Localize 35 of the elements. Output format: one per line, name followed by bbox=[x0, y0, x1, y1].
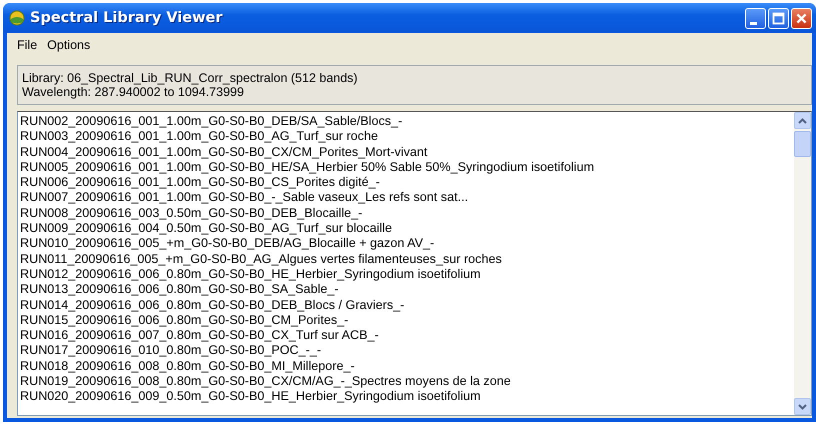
list-item[interactable]: RUN017_20090616_010_0.80m_G0-S0-B0_POC_-_- bbox=[20, 343, 792, 359]
globe-icon bbox=[9, 10, 25, 26]
list-item[interactable]: RUN007_20090616_001_1.00m_G0-S0-B0_-_Sable vaseux_Les refs sont sat... bbox=[20, 190, 792, 206]
info-text: Wavelength: 287.940002 to 1094.73999 bbox=[22, 85, 245, 99]
list-item[interactable]: RUN016_20090616_007_0.80m_G0-S0-B0_CX_Turf sur ACB_- bbox=[20, 328, 792, 344]
scroll-up-button[interactable] bbox=[794, 112, 811, 129]
close-button[interactable] bbox=[791, 8, 812, 28]
info-text: Library: 06_Spectral_Lib_RUN_Corr_spectralon (512 bands) bbox=[22, 71, 359, 85]
minimize-icon bbox=[750, 22, 757, 24]
list-item[interactable]: RUN014_20090616_006_0.80m_G0-S0-B0_DEB_Blocs / Graviers_- bbox=[20, 298, 792, 313]
list-item[interactable]: RUN004_20090616_001_1.00m_G0-S0-B0_CX/CM_Porites_Mort-vivant bbox=[20, 144, 792, 160]
list-item[interactable]: RUN018_20090616_008_0.80m_G0-S0-B0_MI_Millepore_- bbox=[20, 358, 792, 374]
list-item[interactable]: RUN011_20090616_005_+m_G0-S0-B0_AG_Algues vertes filamenteuses_sur roches bbox=[20, 252, 792, 267]
list-item[interactable]: RUN005_20090616_001_1.00m_G0-S0-B0_HE/SA_Herbier 50% Sable 50%_Syringodium isoetifolium bbox=[20, 160, 792, 176]
list-item[interactable]: RUN020_20090616_009_0.50m_G0-S0-B0_HE_Herbier_Syringodium isoetifolium bbox=[20, 389, 792, 405]
menu-item[interactable]: Options bbox=[47, 38, 96, 52]
list-item[interactable]: RUN002_20090616_001_1.00m_G0-S0-B0_DEB/SA_Sable/Blocs_- bbox=[20, 114, 792, 130]
minimize-button[interactable] bbox=[745, 8, 766, 28]
window-title: Spectral Library Viewer bbox=[30, 10, 224, 26]
list-item[interactable]: RUN009_20090616_004_0.50m_G0-S0-B0_AG_Turf_sur blocaille bbox=[20, 221, 792, 236]
list-item[interactable]: RUN015_20090616_006_0.80m_G0-S0-B0_CM_Porites_- bbox=[20, 312, 792, 328]
list-item[interactable]: RUN003_20090616_001_1.00m_G0-S0-B0_AG_Turf_sur roche bbox=[20, 129, 792, 145]
list-item[interactable]: RUN010_20090616_005_+m_G0-S0-B0_DEB/AG_Blocaille + gazon AV_- bbox=[20, 236, 792, 252]
maximize-button[interactable] bbox=[768, 8, 789, 28]
menu-item[interactable]: File bbox=[17, 38, 44, 52]
list-item[interactable]: RUN019_20090616_008_0.80m_G0-S0-B0_CX/CM/AG_-_Spectres moyens de la zone bbox=[20, 374, 792, 390]
list-item[interactable]: RUN013_20090616_006_0.80m_G0-S0-B0_SA_Sable_- bbox=[20, 282, 792, 298]
chevron-up-icon bbox=[798, 118, 807, 124]
scroll-down-button[interactable] bbox=[794, 398, 811, 415]
list-item[interactable]: RUN008_20090616_003_0.50m_G0-S0-B0_DEB_Blocaille_- bbox=[20, 206, 792, 222]
scrollbar[interactable] bbox=[794, 112, 811, 415]
chevron-down-icon bbox=[798, 404, 807, 410]
scroll-thumb[interactable] bbox=[794, 131, 811, 157]
list-item[interactable]: RUN006_20090616_001_1.00m_G0-S0-B0_CS_Porites digité_- bbox=[20, 175, 792, 190]
list-item[interactable]: RUN012_20090616_006_0.80m_G0-S0-B0_HE_Herbier_Syringodium isoetifolium bbox=[20, 266, 792, 282]
